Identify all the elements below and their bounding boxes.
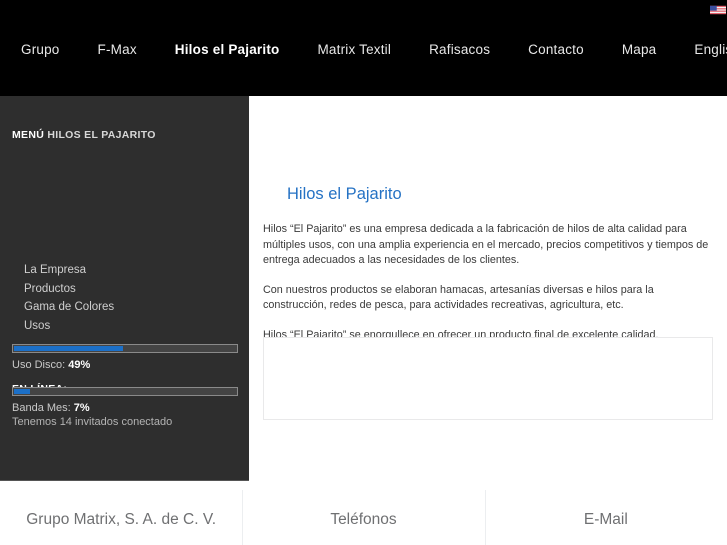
sidebar-item-gama-de-colores[interactable]: Gama de Colores (0, 298, 249, 317)
sidebar-item-productos[interactable]: Productos (0, 280, 249, 299)
paragraph: Hilos “El Pajarito” es una empresa dedic… (263, 223, 709, 267)
sidebar-item-usos[interactable]: Usos (0, 317, 249, 336)
disk-usage-value: 49% (68, 359, 91, 371)
us-flag-icon[interactable] (710, 5, 726, 15)
footer-column-email: E-Mail (484, 482, 727, 545)
nav-item-mapa[interactable]: Mapa (612, 38, 667, 62)
nav-item-english[interactable]: English (684, 38, 727, 62)
sidebar-heading: MENÚ HILOS EL PAJARITO (12, 129, 156, 141)
page-root: Grupo F-Max Hilos el Pajarito Matrix Tex… (0, 0, 727, 545)
nav-item-hilos-el-pajarito[interactable]: Hilos el Pajarito (165, 38, 290, 62)
disk-usage-label: Uso Disco: 49% (12, 359, 238, 371)
footer-column-phones: Teléfonos (242, 482, 484, 545)
bandwidth-meter (12, 387, 238, 396)
bandwidth-label-text: Banda Mes: (12, 402, 74, 414)
footer-column-title: Grupo Matrix, S. A. de C. V. (26, 511, 217, 528)
online-guests-text: Tenemos 14 invitados conectado (12, 416, 173, 428)
nav-item-matrix-textil[interactable]: Matrix Textil (307, 38, 401, 62)
sidebar-item-label[interactable]: Productos (0, 280, 249, 299)
main-content: Hilos el Pajarito Hilos “El Pajarito” es… (249, 96, 727, 481)
footer-column-title: E-Mail (583, 511, 628, 528)
media-placeholder-box (263, 337, 713, 420)
bandwidth-label: Banda Mes: 7% (12, 402, 238, 414)
bandwidth-value: 7% (73, 402, 90, 414)
nav-item-f-max[interactable]: F-Max (88, 38, 147, 62)
top-navigation-bar: Grupo F-Max Hilos el Pajarito Matrix Tex… (0, 0, 727, 96)
sidebar-heading-title: HILOS EL PAJARITO (47, 129, 156, 141)
nav-item-grupo[interactable]: Grupo (11, 38, 70, 62)
sidebar-heading-menu: MENÚ (12, 129, 45, 141)
sidebar: MENÚ HILOS EL PAJARITO La Empresa Produc… (0, 96, 249, 481)
sidebar-item-label[interactable]: Gama de Colores (0, 298, 249, 317)
disk-usage-meter-group: Uso Disco: 49% (12, 344, 238, 371)
bandwidth-meter-group: Banda Mes: 7% (12, 387, 238, 414)
paragraph: Con nuestros productos se elaboran hamac… (263, 283, 654, 312)
footer-column-title: Teléfonos (330, 511, 397, 528)
main-nav: Grupo F-Max Hilos el Pajarito Matrix Tex… (0, 38, 727, 62)
nav-item-rafisacos[interactable]: Rafisacos (419, 38, 500, 62)
sidebar-item-la-empresa[interactable]: La Empresa (0, 261, 249, 280)
site-footer: Grupo Matrix, S. A. de C. V. Teléfonos E… (0, 482, 727, 545)
sidebar-item-label[interactable]: Usos (0, 317, 249, 336)
sidebar-item-label[interactable]: La Empresa (0, 261, 249, 280)
bandwidth-meter-fill (14, 389, 30, 394)
page-title: Hilos el Pajarito (287, 185, 402, 203)
disk-usage-label-text: Uso Disco: (12, 359, 69, 371)
disk-usage-meter-fill (14, 346, 123, 351)
nav-item-contacto[interactable]: Contacto (518, 38, 594, 62)
disk-usage-meter (12, 344, 238, 353)
sidebar-menu: La Empresa Productos Gama de Colores Uso… (0, 261, 249, 335)
footer-column-company: Grupo Matrix, S. A. de C. V. (0, 482, 242, 545)
